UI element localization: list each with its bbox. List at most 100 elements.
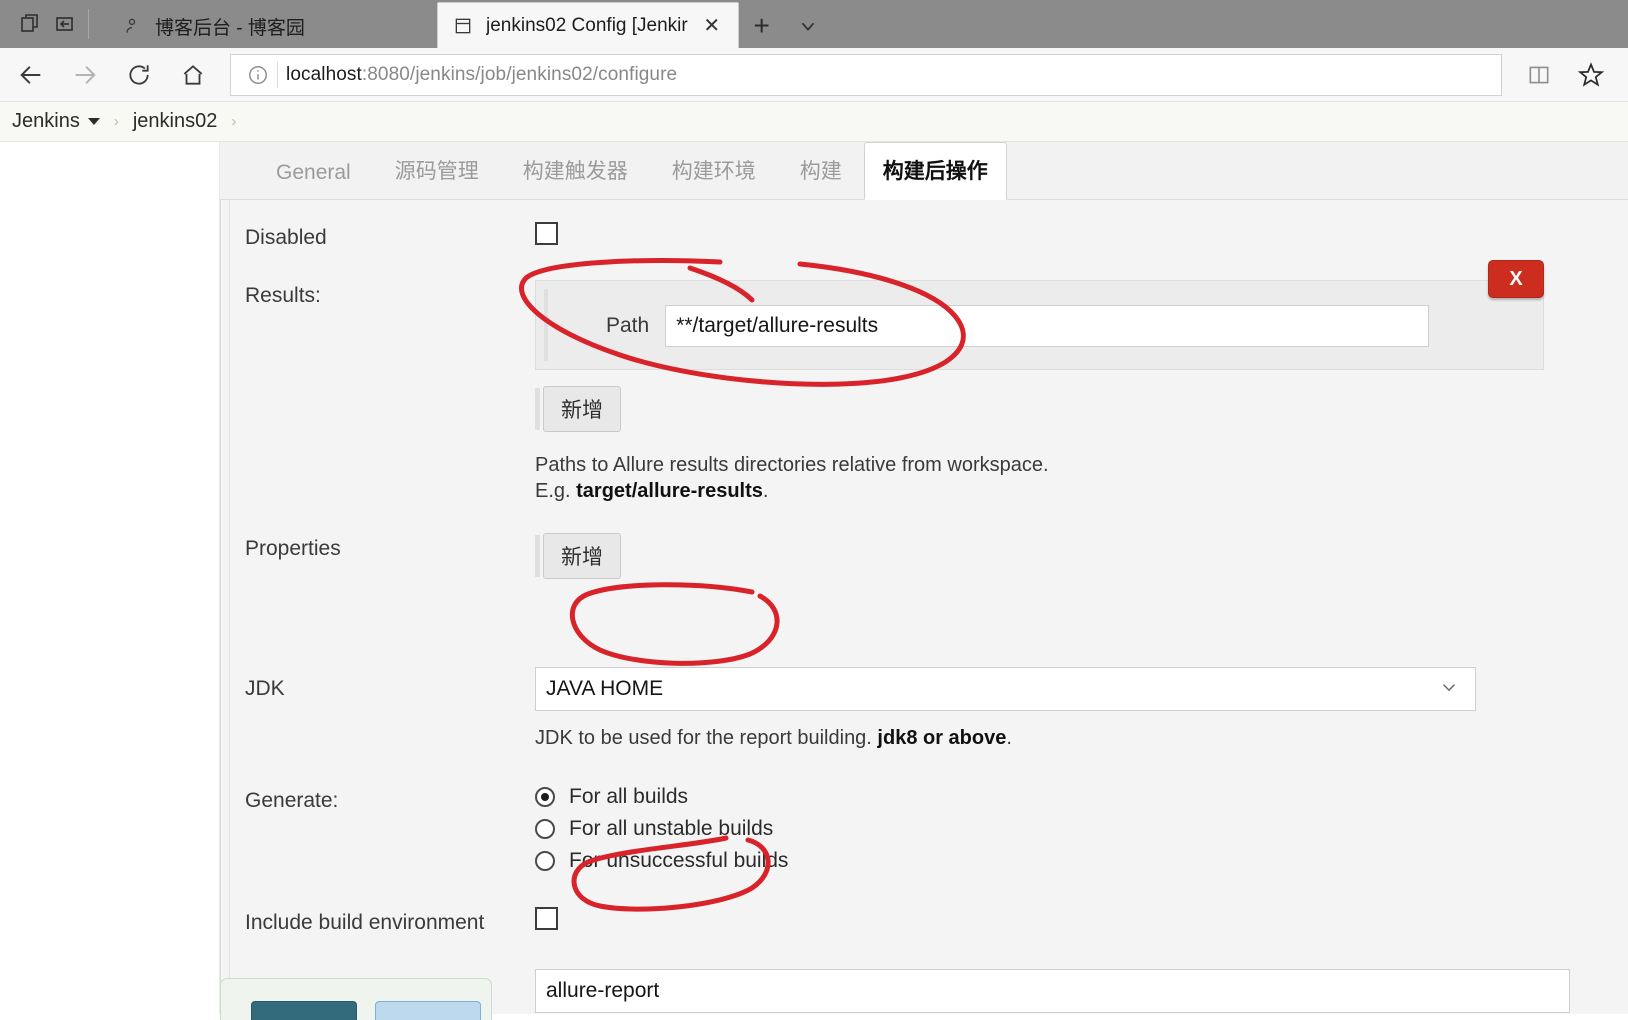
properties-add-button[interactable]: 新增 <box>543 532 621 579</box>
browser-tab-2[interactable]: jenkins02 Config [Jenkir ✕ <box>437 2 739 48</box>
include-build-environment-checkbox[interactable] <box>535 907 558 931</box>
field-properties: Properties 新增 <box>245 505 1628 579</box>
jdk-select-wrap: JAVA HOME <box>535 666 1476 711</box>
url-host: localhost <box>286 63 362 85</box>
address-bar-divider <box>277 61 278 88</box>
config-tabbar: General 源码管理 构建触发器 构建环境 构建 构建后操作 <box>220 142 1628 200</box>
results-help-prefix: E.g. <box>535 480 577 503</box>
page-body: General 源码管理 构建触发器 构建环境 构建 构建后操作 Disable… <box>0 142 1628 1014</box>
back-button[interactable] <box>4 52 58 98</box>
tab-post-build-actions[interactable]: 构建后操作 <box>863 142 1007 200</box>
address-bar[interactable]: localhost:8080/jenkins/job/jenkins02/con… <box>230 53 1502 96</box>
results-help-line1: Paths to Allure results directories rela… <box>535 454 1049 476</box>
field-generate: Generate: For all builds For all unstabl… <box>245 751 1628 881</box>
config-form: Disabled Results: Path **/target/allure-… <box>220 200 1628 1014</box>
chevron-down-icon[interactable] <box>784 4 831 48</box>
browser-navbar: localhost:8080/jenkins/job/jenkins02/con… <box>0 48 1628 102</box>
field-jdk-label: JDK <box>245 676 285 700</box>
results-help-line2: E.g. target/allure-results. <box>535 478 1544 504</box>
tab-general[interactable]: General <box>254 161 373 199</box>
new-tab-button[interactable]: + <box>738 4 785 48</box>
radio-for-all-unstable-builds[interactable] <box>535 819 555 840</box>
results-repeat-panel: Path <box>535 280 1544 370</box>
radio-for-unsuccessful-builds[interactable] <box>535 851 555 872</box>
breadcrumb-caret-icon[interactable] <box>87 118 100 125</box>
generate-option-1-label: For all unstable builds <box>569 817 774 841</box>
close-icon[interactable]: ✕ <box>700 14 724 38</box>
field-disabled-control <box>535 222 1628 250</box>
breadcrumb-job[interactable]: jenkins02 <box>133 110 218 133</box>
jdk-help-suffix: . <box>1006 726 1012 749</box>
field-results: Results: Path X 新增 <box>245 250 1628 505</box>
breadcrumb-jenkins[interactable]: Jenkins <box>12 110 100 133</box>
field-report-path-control: Paths to Allure report directory relativ… <box>535 969 1628 1020</box>
field-generate-control: For all builds For all unstable builds F… <box>535 785 1628 881</box>
field-include-build-environment: Include build environment <box>245 881 1628 935</box>
generate-option-2-label: For unsuccessful builds <box>569 849 789 873</box>
info-circle-icon[interactable] <box>241 58 275 92</box>
generate-option-1[interactable]: For all unstable builds <box>535 817 1628 841</box>
reload-button[interactable] <box>112 52 166 98</box>
field-include-build-environment-control <box>535 907 1628 935</box>
generate-option-0-label: For all builds <box>569 785 689 809</box>
field-jdk: JDK JAVA HOME JDK to be used for the rep… <box>245 579 1628 751</box>
field-disabled: Disabled <box>245 200 1628 250</box>
properties-add-wrap: 新增 <box>535 532 621 579</box>
generate-option-2[interactable]: For unsuccessful builds <box>535 849 1628 873</box>
browser-tab-1-title: 博客后台 - 博客园 <box>155 17 305 39</box>
field-disabled-label: Disabled <box>245 226 327 249</box>
tab-scm[interactable]: 源码管理 <box>373 155 501 199</box>
navbar-right-group <box>1516 52 1614 98</box>
radio-for-all-builds[interactable] <box>535 787 555 808</box>
browser-tabstrip: 博客后台 - 博客园 jenkins02 Config [Jenkir ✕ + <box>0 0 1628 48</box>
field-results-label: Results: <box>245 284 321 307</box>
breadcrumb-separator-1: › <box>113 113 119 130</box>
results-help-bold: target/allure-results <box>576 480 763 503</box>
toolbar-divider <box>88 9 89 39</box>
breadcrumb-jenkins-label: Jenkins <box>12 110 80 132</box>
report-path-input[interactable] <box>535 969 1570 1014</box>
tab-build-triggers[interactable]: 构建触发器 <box>501 155 650 199</box>
breadcrumb: Jenkins › jenkins02 › <box>0 102 1628 142</box>
left-sidebar <box>0 142 220 1014</box>
apply-button[interactable]: 应用 <box>375 1001 482 1020</box>
generate-option-0[interactable]: For all builds <box>535 785 1628 809</box>
star-icon[interactable] <box>1568 52 1614 98</box>
book-icon[interactable] <box>1516 52 1562 98</box>
jdk-select-value: JAVA HOME <box>546 676 664 700</box>
field-properties-label: Properties <box>245 536 341 560</box>
tab-build-environment[interactable]: 构建环境 <box>650 155 778 199</box>
field-jdk-control: JAVA HOME JDK to be used for the report … <box>535 666 1628 751</box>
browser-window: 博客后台 - 博客园 jenkins02 Config [Jenkir ✕ + <box>0 0 1628 1020</box>
tab-build[interactable]: 构建 <box>778 155 864 199</box>
send-tab-icon[interactable] <box>48 7 82 41</box>
field-properties-control: 新增 <box>535 532 1628 579</box>
save-button[interactable]: 保存 <box>251 1001 358 1020</box>
results-delete-button[interactable]: X <box>1488 260 1544 298</box>
tabstrip-empty-area <box>830 4 1628 48</box>
browser-tab-1[interactable]: 博客后台 - 博客园 <box>107 4 437 48</box>
jdk-help: JDK to be used for the report building. … <box>535 725 1476 751</box>
tab-overview-icon[interactable] <box>14 7 48 41</box>
address-bar-url: localhost:8080/jenkins/job/jenkins02/con… <box>286 64 677 86</box>
forward-button[interactable] <box>58 52 112 98</box>
save-apply-bar: 保存 应用 <box>220 978 492 1020</box>
browser-tab-2-title: jenkins02 Config [Jenkir <box>486 14 688 36</box>
field-include-build-environment-label: Include build environment <box>245 911 485 935</box>
person-icon <box>121 15 143 37</box>
field-generate-label: Generate: <box>245 789 339 813</box>
jdk-select[interactable]: JAVA HOME <box>535 666 1476 711</box>
results-help: Paths to Allure results directories rela… <box>535 452 1544 505</box>
home-button[interactable] <box>166 52 220 98</box>
results-add-wrap: 新增 <box>535 386 621 432</box>
jenkins-page: Jenkins › jenkins02 › General 源码管理 构建触发器… <box>0 102 1628 1020</box>
config-main: General 源码管理 构建触发器 构建环境 构建 构建后操作 Disable… <box>220 142 1628 1014</box>
results-add-button[interactable]: 新增 <box>543 386 621 432</box>
jdk-help-prefix: JDK to be used for the report building. <box>535 726 878 749</box>
results-path-input[interactable] <box>665 305 1429 347</box>
breadcrumb-separator-2: › <box>231 113 237 130</box>
results-help-suffix: . <box>762 480 769 503</box>
disabled-checkbox[interactable] <box>535 222 558 245</box>
results-path-label: Path <box>606 314 650 337</box>
system-icon-group <box>0 0 107 48</box>
